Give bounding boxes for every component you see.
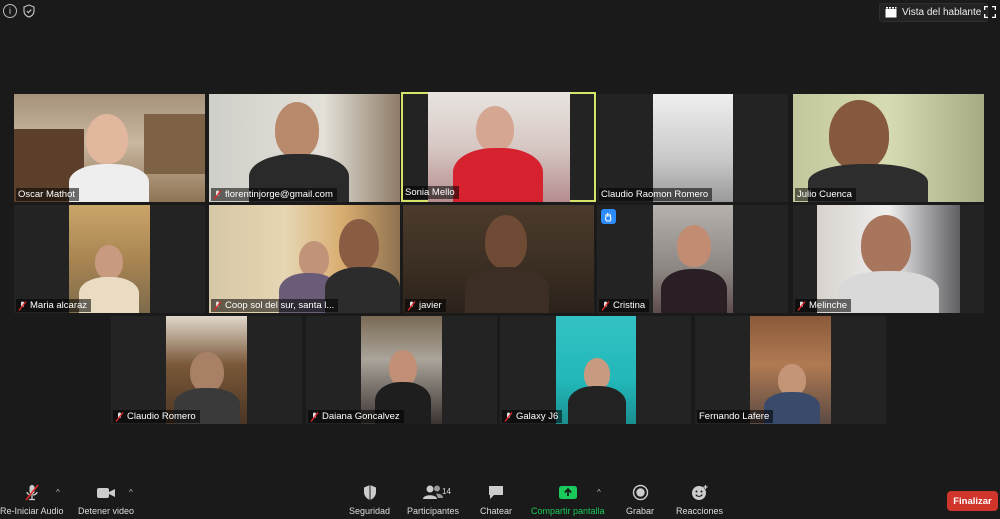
record-icon <box>632 484 648 501</box>
name-tag: Coop sol del sur, santa l... <box>211 299 339 312</box>
name-tag: Cristina <box>599 299 650 312</box>
video-button[interactable]: Detener video <box>78 484 134 516</box>
muted-mic-icon <box>115 411 124 422</box>
name-tag: Sonia Mello <box>403 186 459 199</box>
person-head <box>299 241 329 277</box>
muted-mic-icon <box>213 300 222 311</box>
person-head <box>95 245 123 279</box>
person-head <box>275 102 319 158</box>
person-head <box>389 350 417 386</box>
reactions-emoji-icon <box>691 485 708 500</box>
participant-tile[interactable]: Fernando Lafere <box>695 316 886 424</box>
participant-tile[interactable]: Claudio Raomon Romero <box>597 94 788 202</box>
raise-hand-icon <box>601 209 616 224</box>
meeting-toolbar: Re-Iniciar Audio ^ Detener video ^ Segur… <box>0 478 1000 519</box>
video-feed <box>750 316 831 424</box>
name-tag: javier <box>405 299 446 312</box>
video-feed <box>166 316 247 424</box>
grid-layout-icon <box>885 7 897 18</box>
speaker-view-label: Vista del hablante <box>902 7 982 18</box>
participant-tile[interactable]: Oscar Mathot <box>14 94 205 202</box>
chat-button[interactable]: Chatear <box>480 484 512 516</box>
video-feed <box>653 205 733 313</box>
participant-tile[interactable]: Daiana Goncalvez <box>306 316 497 424</box>
muted-mic-icon <box>18 300 27 311</box>
share-screen-button[interactable]: Compartir pantalla <box>531 484 605 516</box>
person-body <box>661 269 727 313</box>
audio-options-caret[interactable]: ^ <box>56 488 60 497</box>
video-feed <box>793 94 984 202</box>
name-tag: florentinjorge@gmail.com <box>211 188 337 201</box>
name-tag: Daiana Goncalvez <box>308 410 404 423</box>
person-head <box>339 219 379 271</box>
participant-tile[interactable]: Cristina <box>597 205 788 313</box>
video-feed <box>361 316 442 424</box>
chat-bubble-icon <box>489 486 504 499</box>
participant-tile[interactable]: florentinjorge@gmail.com <box>209 94 400 202</box>
video-feed <box>653 94 733 202</box>
person-head <box>861 215 911 275</box>
person-head <box>86 114 128 164</box>
person-head <box>677 225 711 267</box>
speaker-view-button[interactable]: Vista del hablante <box>879 3 989 22</box>
video-feed <box>209 94 400 202</box>
muted-mic-icon <box>797 300 806 311</box>
participants-icon <box>423 485 444 499</box>
video-feed <box>69 205 150 313</box>
share-screen-icon <box>558 486 577 499</box>
person-body <box>465 267 549 313</box>
participant-tile[interactable]: Coop sol del sur, santa l... <box>209 205 400 313</box>
participant-tile[interactable]: Maria alcaraz <box>14 205 205 313</box>
video-camera-icon <box>97 488 116 498</box>
end-meeting-button[interactable]: Finalizar <box>947 491 998 511</box>
name-tag: Claudio Romero <box>113 410 200 423</box>
person-body <box>568 386 626 424</box>
person-body <box>69 164 149 202</box>
window <box>144 114 205 174</box>
security-button[interactable]: Seguridad <box>349 484 390 516</box>
muted-mic-icon <box>407 300 416 311</box>
reactions-button[interactable]: Reacciones <box>676 484 723 516</box>
encryption-shield-icon[interactable] <box>22 4 36 18</box>
person-head <box>476 106 514 152</box>
record-button[interactable]: Grabar <box>626 484 654 516</box>
participants-button[interactable]: Participantes <box>407 484 459 516</box>
share-options-caret[interactable]: ^ <box>597 488 601 497</box>
video-feed <box>14 94 205 202</box>
person-head <box>829 100 889 170</box>
info-icon[interactable]: i <box>3 4 17 18</box>
security-shield-icon <box>363 485 376 500</box>
participant-tile[interactable]: Galaxy J6 <box>500 316 691 424</box>
muted-mic-icon <box>310 411 319 422</box>
participants-count-badge: 14 <box>442 487 451 496</box>
person-body <box>839 271 939 313</box>
participant-tile[interactable]: Claudio Romero <box>111 316 302 424</box>
muted-mic-icon <box>213 189 222 200</box>
muted-microphone-icon <box>25 484 39 501</box>
video-feed <box>556 316 636 424</box>
video-options-caret[interactable]: ^ <box>129 488 133 497</box>
fullscreen-icon[interactable] <box>984 6 996 18</box>
person-head <box>190 352 224 392</box>
name-tag: Oscar Mathot <box>16 188 80 201</box>
participant-tile[interactable]: Julio Cuenca <box>793 94 984 202</box>
name-tag: Melinche <box>795 299 852 312</box>
person-body <box>453 148 543 202</box>
name-tag: Fernando Lafere <box>697 410 774 423</box>
name-tag: Galaxy J6 <box>502 410 563 423</box>
muted-mic-icon <box>504 411 513 422</box>
name-tag: Claudio Raomon Romero <box>599 188 713 201</box>
participant-tile-active-speaker[interactable]: Sonia Mello <box>401 92 596 202</box>
name-tag: Maria alcaraz <box>16 299 92 312</box>
audio-button[interactable]: Re-Iniciar Audio <box>0 484 64 516</box>
participant-tile[interactable]: javier <box>403 205 594 313</box>
video-feed <box>403 205 594 313</box>
muted-mic-icon <box>601 300 610 311</box>
participant-tile[interactable]: Melinche <box>793 205 984 313</box>
video-feed <box>209 205 400 313</box>
person-head <box>485 215 527 269</box>
name-tag: Julio Cuenca <box>795 188 856 201</box>
video-feed <box>817 205 960 313</box>
